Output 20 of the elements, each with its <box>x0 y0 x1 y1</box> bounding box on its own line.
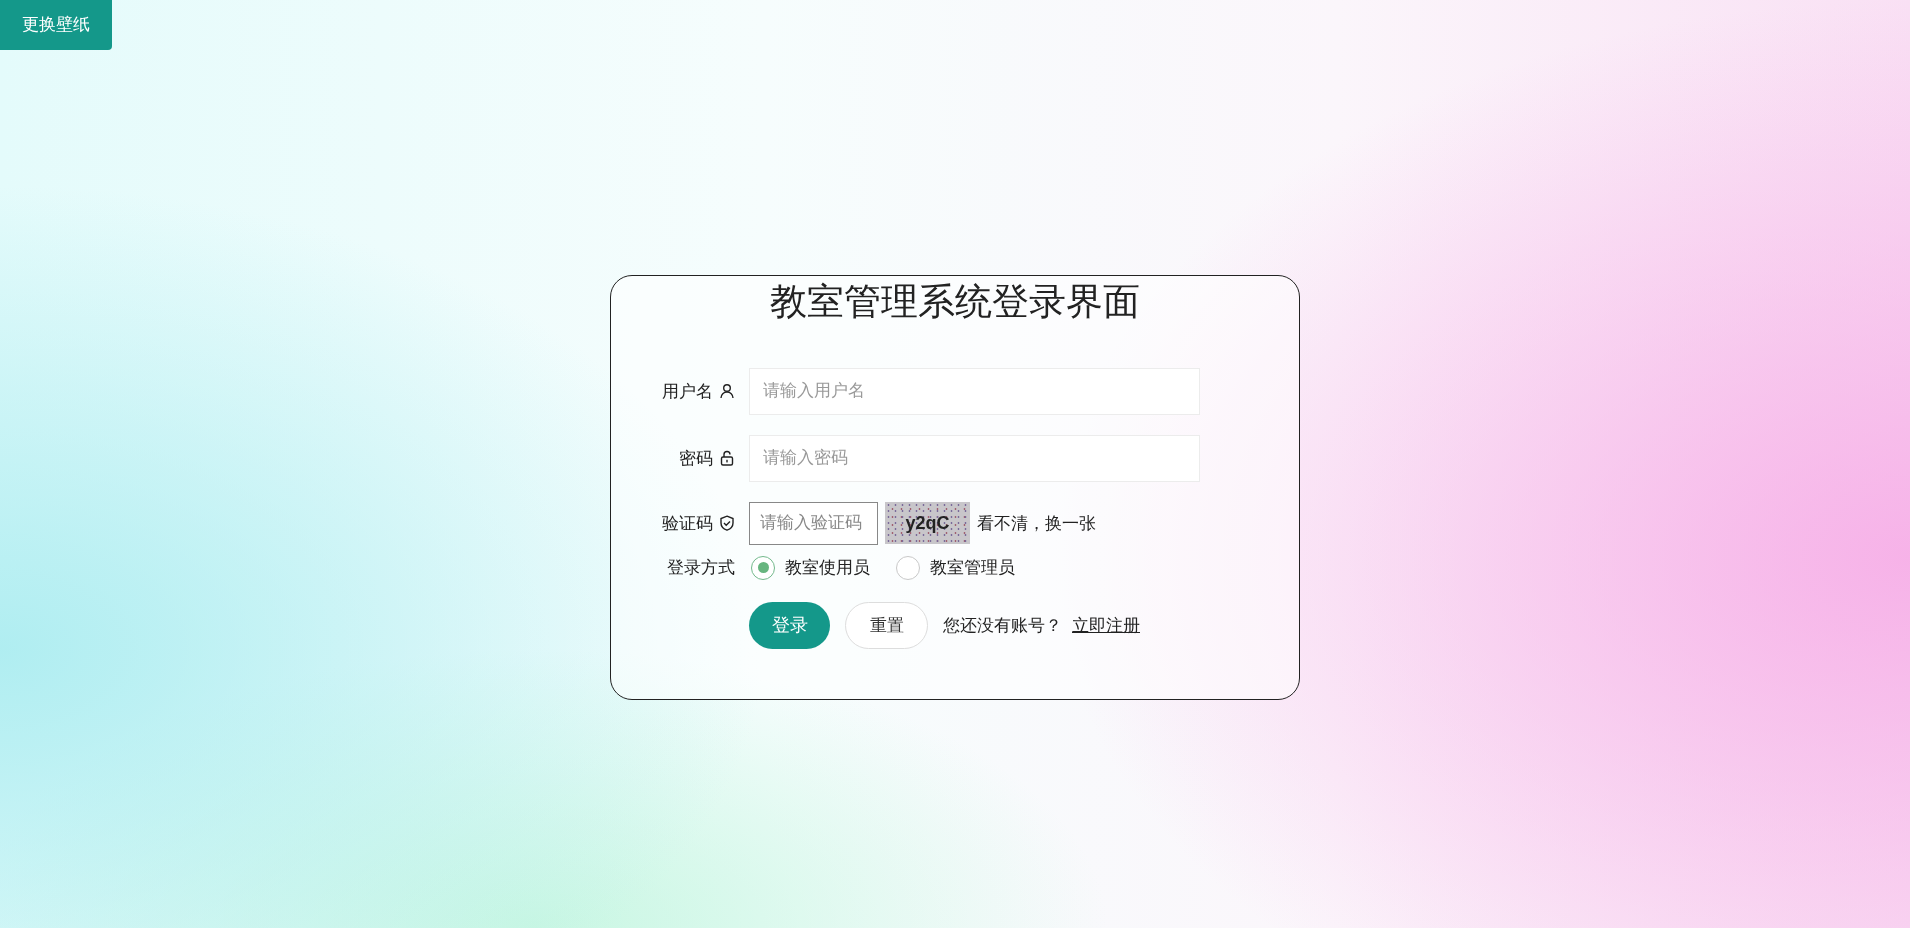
form-title: 教室管理系统登录界面 <box>769 279 1141 324</box>
register-link[interactable]: 立即注册 <box>1072 613 1140 639</box>
change-wallpaper-button[interactable]: 更换壁纸 <box>0 0 112 50</box>
refresh-link[interactable]: 看不清，换一张 <box>977 510 1096 537</box>
field-label: 验证码 <box>662 512 713 535</box>
username-field[interactable]: 请输入用户名 <box>749 367 1200 415</box>
radio-option[interactable]: 教室使用员 <box>751 554 870 581</box>
field-label: 密码 <box>679 447 713 470</box>
password-field[interactable]: 请输入密码 <box>749 434 1200 482</box>
reset-button[interactable]: 重置 <box>845 602 928 650</box>
captcha-image[interactable]: y2qC <box>885 502 970 545</box>
padlock-icon <box>719 450 735 467</box>
field-label: 用户名 <box>662 380 713 403</box>
shield-check-icon <box>719 515 735 532</box>
radio-option[interactable]: 教室管理员 <box>896 554 1015 581</box>
login-button[interactable]: 登录 <box>749 602 830 650</box>
user-icon <box>719 383 735 400</box>
captcha-field[interactable]: 请输入验证码 <box>749 501 878 545</box>
field-label: 登录方式 <box>667 556 735 579</box>
register-prompt: 您还没有账号？ <box>943 615 1062 638</box>
